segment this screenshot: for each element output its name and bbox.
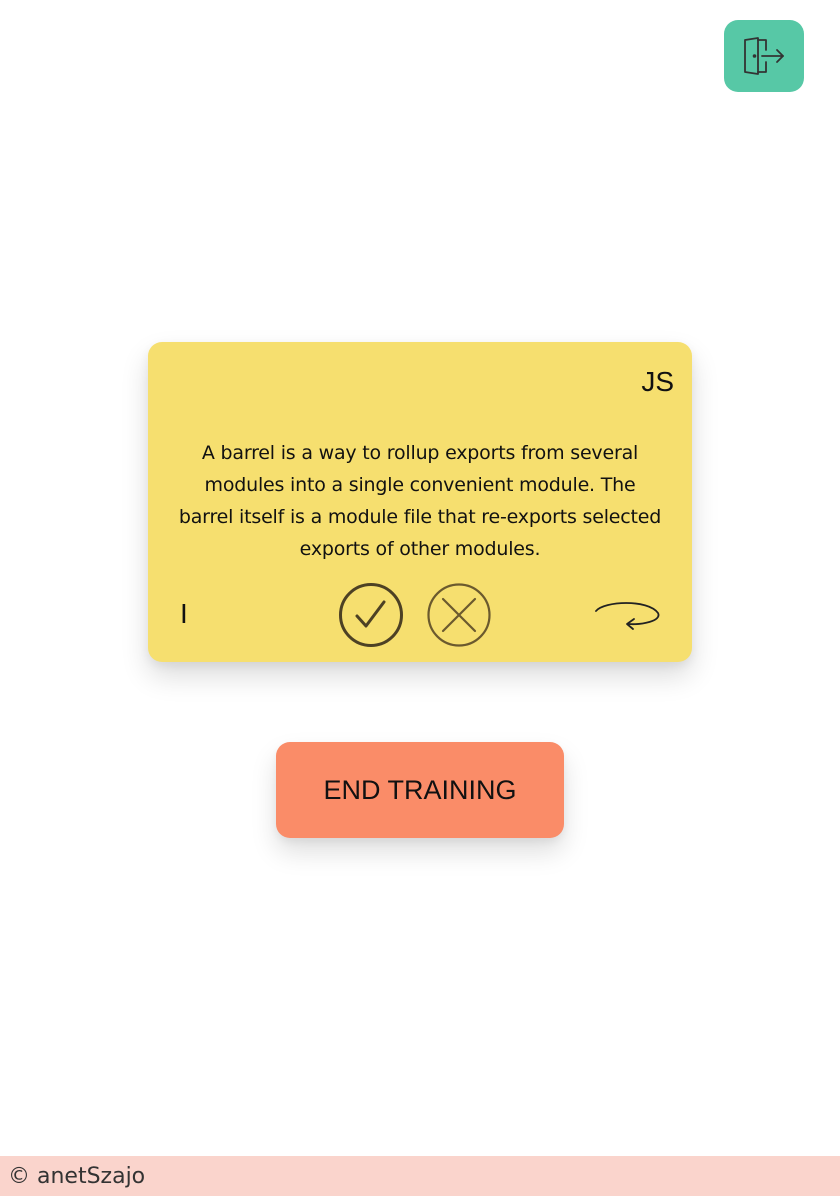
- logout-door-icon: [742, 36, 786, 76]
- end-training-button[interactable]: END TRAINING: [276, 742, 564, 838]
- wrong-button[interactable]: [426, 582, 492, 648]
- flip-arrow-icon: [592, 602, 662, 637]
- correct-button[interactable]: [338, 582, 404, 648]
- card-category: JS: [641, 366, 674, 397]
- flip-card-button[interactable]: [592, 597, 662, 633]
- flashcard: JS A barrel is a way to rollup exports f…: [148, 342, 692, 662]
- x-circle-icon: [426, 582, 492, 648]
- page: JS A barrel is a way to rollup exports f…: [0, 0, 840, 1196]
- logout-button[interactable]: [724, 20, 804, 92]
- footer: © anetSzajo: [0, 1156, 840, 1196]
- card-counter: I: [180, 598, 188, 629]
- card-text: A barrel is a way to rollup exports from…: [178, 442, 662, 560]
- footer-copyright: © anetSzajo: [8, 1163, 146, 1189]
- check-circle-icon: [338, 582, 404, 648]
